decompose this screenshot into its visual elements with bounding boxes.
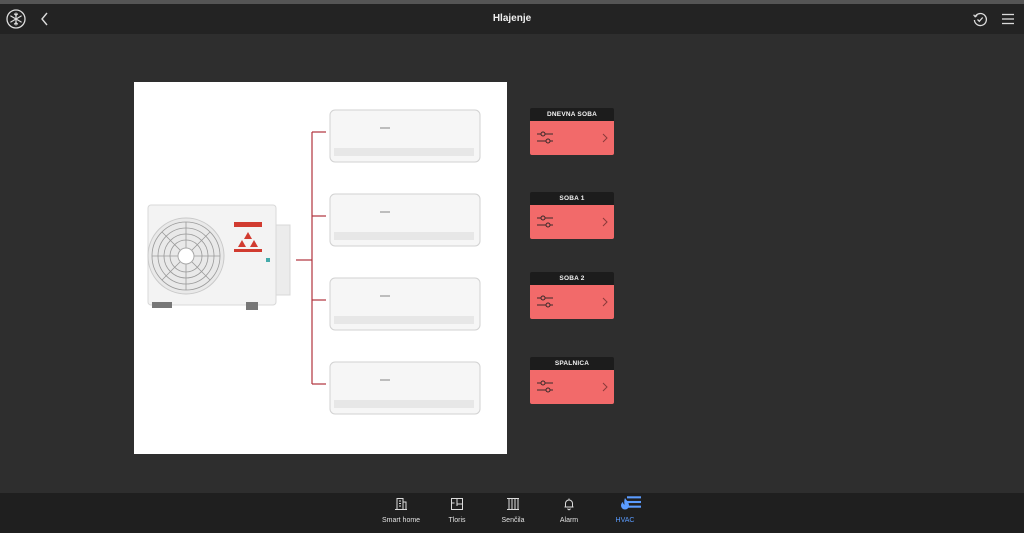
chevron-right-icon	[602, 217, 608, 227]
nav-alarm[interactable]: Alarm	[539, 497, 599, 529]
bottom-nav-bar: Smart home Tloris Senčila Alarm HVAC	[0, 493, 1024, 533]
blinds-icon	[507, 498, 519, 510]
room-label: SPALNICA	[530, 357, 614, 370]
floorplan-icon	[451, 498, 463, 510]
room-card-soba-1: SOBA 1	[530, 192, 614, 239]
room-controls-button[interactable]	[530, 121, 614, 155]
nav-label: Alarm	[559, 517, 579, 524]
nav-label: Tloris	[448, 517, 466, 524]
indoor-unit	[329, 193, 481, 247]
sliders-icon	[537, 380, 553, 393]
nav-smart-home[interactable]: Smart home	[371, 497, 431, 529]
chevron-right-icon	[602, 382, 608, 392]
hamburger-menu-icon[interactable]	[1000, 11, 1016, 27]
room-controls-button[interactable]	[530, 370, 614, 404]
room-controls-button[interactable]	[530, 285, 614, 319]
room-label: SOBA 2	[530, 272, 614, 285]
nav-sencila[interactable]: Senčila	[483, 497, 543, 529]
indoor-unit	[329, 109, 481, 163]
indoor-unit	[329, 277, 481, 331]
building-icon	[395, 498, 407, 510]
sliders-icon	[537, 131, 553, 144]
hvac-system-diagram	[134, 82, 507, 454]
nav-label: Smart home	[381, 517, 421, 524]
room-label: SOBA 1	[530, 192, 614, 205]
room-card-soba-2: SOBA 2	[530, 272, 614, 319]
main-content: DNEVNA SOBA SOBA 1 SOBA 2 SPALNICA	[0, 34, 1024, 493]
room-label: DNEVNA SOBA	[530, 108, 614, 121]
nav-hvac[interactable]: HVAC	[595, 496, 655, 529]
room-card-dnevna-soba: DNEVNA SOBA	[530, 108, 614, 155]
room-controls-button[interactable]	[530, 205, 614, 239]
top-bar: Hlajenje	[0, 4, 1024, 34]
sliders-icon	[537, 215, 553, 228]
bell-icon	[564, 498, 574, 511]
refrigerant-pipes	[296, 131, 326, 385]
room-card-spalnica: SPALNICA	[530, 357, 614, 404]
nav-label: Senčila	[501, 517, 525, 524]
chevron-right-icon	[602, 133, 608, 143]
nav-label: HVAC	[615, 517, 635, 524]
list-badge-icon	[627, 496, 641, 508]
indoor-unit	[329, 361, 481, 415]
nav-tloris[interactable]: Tloris	[427, 497, 487, 529]
history-check-icon[interactable]	[972, 11, 988, 27]
outdoor-unit	[147, 204, 291, 310]
page-title: Hlajenje	[492, 13, 532, 24]
chevron-right-icon	[602, 297, 608, 307]
sliders-icon	[537, 295, 553, 308]
